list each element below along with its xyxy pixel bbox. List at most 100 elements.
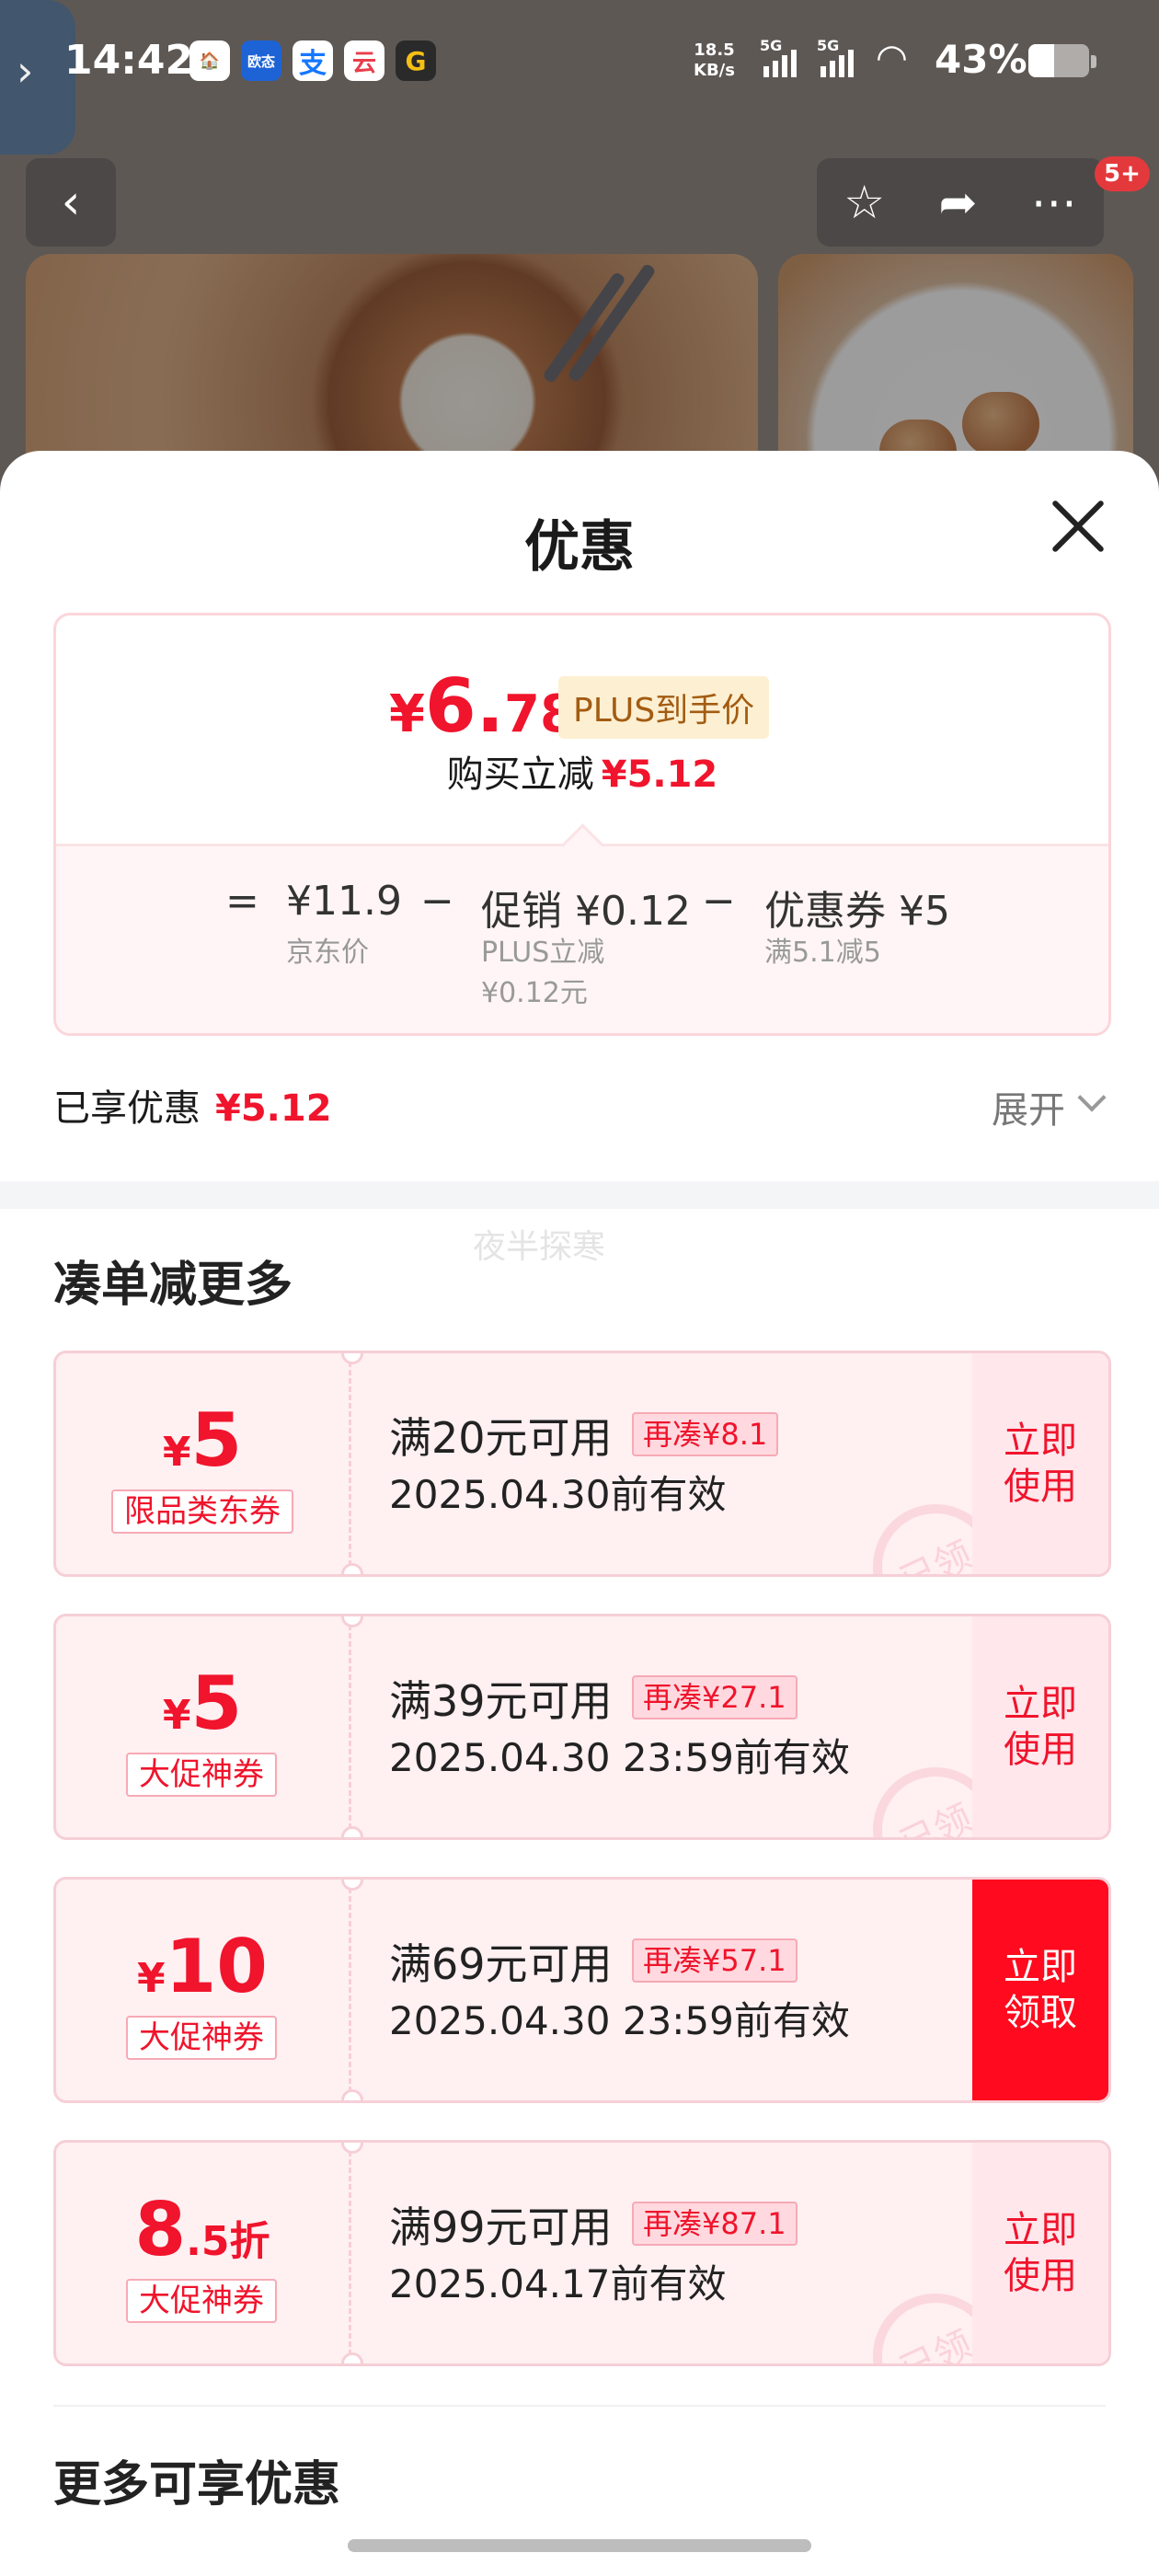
coupon-number: 5: [190, 1661, 243, 1746]
coupon-action-line: 立即: [1004, 1420, 1077, 1462]
coupon-expiry: 2025.04.30前有效: [389, 1472, 727, 1517]
coupon-notch: [341, 2089, 363, 2100]
app-notification-icon: 云: [344, 40, 384, 81]
use-coupon-button[interactable]: 立即 使用: [972, 1616, 1108, 1837]
home-indicator[interactable]: [348, 2539, 811, 2552]
coupon-action-line: 立即: [1004, 1683, 1077, 1725]
battery-percent: 43%: [935, 37, 1027, 82]
coupon-value-area: ¥5 限品类东券: [56, 1353, 349, 1574]
coupon-condition: 满39元可用: [389, 1676, 613, 1726]
enjoyed-label: 已享优惠: [53, 1087, 201, 1130]
coupon-action-line: 使用: [1004, 1466, 1077, 1508]
section-divider-line: [53, 2405, 1106, 2407]
back-button[interactable]: ‹: [26, 158, 116, 247]
battery-icon: [1028, 44, 1096, 77]
use-coupon-button[interactable]: 立即 使用: [972, 1353, 1108, 1574]
notification-badge: 5+: [1095, 156, 1150, 191]
coupon-number: 10: [165, 1924, 268, 2009]
coupon-separator: [349, 2143, 351, 2363]
coupon-action-line: 使用: [1004, 2255, 1077, 2297]
minus-sign: −: [702, 878, 736, 925]
coupon-gap-badge: 再凑¥8.1: [632, 1412, 779, 1456]
coupon-value: ¥5: [56, 1661, 349, 1746]
coupon-condition: 满69元可用: [389, 1939, 613, 1989]
jd-price: ¥11.9: [286, 878, 402, 925]
coupon-condition: 满99元可用: [389, 2202, 613, 2252]
coupon-value-area: ¥10 大促神券: [56, 1880, 349, 2100]
jd-price-label: 京东价: [286, 937, 369, 969]
coupon-separator: [349, 1880, 351, 2100]
watermark: 夜半探寒: [473, 1228, 606, 1266]
chevron-down-icon[interactable]: [1077, 1083, 1107, 1112]
coupon-condition: 满20元可用: [389, 1413, 613, 1463]
coupon-number: 8: [134, 2187, 187, 2272]
use-coupon-button[interactable]: 立即 使用: [972, 2143, 1108, 2363]
coupon-separator: [349, 1616, 351, 1837]
coupon-value-area: ¥5 大促神券: [56, 1616, 349, 1837]
instant-discount-label: 购买立减: [446, 753, 594, 796]
sheet-title: 优惠: [524, 515, 635, 580]
coupon-type-badge: 限品类东券: [111, 1489, 293, 1534]
net-speed: 18.5 KB/s: [694, 40, 735, 81]
instant-discount-amount: ¥5.12: [601, 753, 718, 796]
price-breakdown-card: ¥6.78 PLUS到手价 购买立减 ¥5.12 = ¥11.9 京东价 − 促销…: [53, 613, 1111, 1036]
status-time: 14:42: [64, 37, 194, 84]
wifi-icon: ◠: [876, 37, 908, 79]
coupon-expiry: 2025.04.17前有效: [389, 2261, 727, 2306]
coupon-card: ¥5 限品类东券 满20元可用 再凑¥8.1 2025.04.30前有效 已领 …: [53, 1351, 1111, 1577]
share-icon[interactable]: ➦: [938, 176, 977, 229]
coupon-expiry: 2025.04.30 23:59前有效: [389, 1998, 850, 2043]
coupon-card: ¥5 大促神券 满39元可用 再凑¥27.1 2025.04.30 23:59前…: [53, 1614, 1111, 1840]
coupon-gap-badge: 再凑¥87.1: [632, 2202, 798, 2246]
final-price: ¥6.78: [389, 663, 576, 749]
coupon-amount: 优惠券 ¥5: [764, 888, 950, 935]
promo-detail-line: ¥0.12元: [481, 977, 588, 1009]
section-title-more-benefits: 更多可享优惠: [53, 2457, 341, 2513]
signal-bars-icon: [763, 50, 797, 77]
more-icon[interactable]: ⋯: [1031, 176, 1077, 229]
status-bar: › 14:42 🏠 欧态 支 云 G 18.5 KB/s 5G 5G ◠ 43%: [0, 0, 1159, 155]
star-icon[interactable]: ☆: [843, 176, 885, 229]
section-title-more-deals: 凑单减更多: [53, 1258, 293, 1313]
net-speed-unit: KB/s: [694, 61, 735, 80]
coupon-notch: [341, 1563, 363, 1574]
coupon-separator: [349, 1353, 351, 1574]
final-price-area: ¥6.78 PLUS到手价 购买立减 ¥5.12: [56, 615, 1108, 845]
discount-sheet: 优惠 ¥6.78 PLUS到手价 购买立减 ¥5.12 = ¥11.9 京东价 −…: [0, 451, 1159, 2576]
coupon-value: ¥10: [56, 1924, 349, 2009]
coupon-expiry: 2025.04.30 23:59前有效: [389, 1735, 850, 1780]
coupon-notch: [341, 1826, 363, 1837]
section-divider: [0, 1181, 1159, 1209]
coupon-action-line: 使用: [1004, 1729, 1077, 1771]
equals-sign: =: [225, 878, 259, 925]
coupon-currency: ¥: [162, 1692, 191, 1739]
chevron-right-icon: ›: [17, 46, 34, 96]
promo-detail: PLUS立减 ¥0.12元: [481, 933, 604, 1014]
alipay-icon: 支: [293, 40, 333, 81]
enjoyed-discount: 已享优惠 ¥5.12: [53, 1078, 332, 1132]
coupon-notch: [341, 2352, 363, 2363]
coupon-currency: ¥: [162, 1429, 191, 1476]
coupon-gap-badge: 再凑¥57.1: [632, 1938, 798, 1983]
coupon-value-area: 8.5折 大促神券: [56, 2143, 349, 2363]
coupon-suffix: .5折: [186, 2218, 270, 2265]
net-speed-value: 18.5: [694, 40, 735, 60]
price-calculation: = ¥11.9 京东价 − 促销 ¥0.12 PLUS立减 ¥0.12元 − 优…: [56, 823, 1108, 1033]
close-button[interactable]: [1049, 497, 1107, 556]
app-notification-icon: 欧态: [241, 40, 281, 81]
chevron-left-icon: ‹: [61, 175, 81, 230]
instant-discount: 购买立减 ¥5.12: [56, 744, 1108, 798]
signal-bars-icon: [820, 50, 854, 77]
promo-amount: 促销 ¥0.12: [481, 888, 691, 935]
coupon-number: 5: [190, 1397, 243, 1483]
top-actions: ☆ ➦ ⋯: [817, 158, 1104, 247]
coupon-card: 8.5折 大促神券 满99元可用 再凑¥87.1 2025.04.17前有效 已…: [53, 2140, 1111, 2366]
enjoyed-amount: ¥5.12: [215, 1087, 332, 1130]
coupon-gap-badge: 再凑¥27.1: [632, 1675, 798, 1719]
price-integer: 6.: [424, 663, 505, 749]
currency-symbol: ¥: [389, 684, 425, 744]
coupon-action-line: 领取: [1004, 1992, 1077, 2034]
claim-coupon-button[interactable]: 立即 领取: [972, 1880, 1108, 2100]
expand-button[interactable]: 展开: [992, 1080, 1065, 1133]
promo-detail-line: PLUS立减: [481, 937, 605, 969]
